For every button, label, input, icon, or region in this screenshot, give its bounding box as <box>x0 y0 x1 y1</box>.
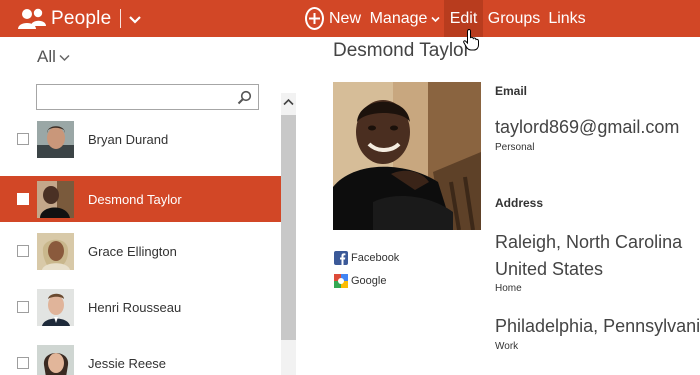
google-icon <box>334 274 348 288</box>
contact-name: Grace Ellington <box>88 243 177 259</box>
contact-photo <box>333 82 481 230</box>
app-brand[interactable]: People <box>18 5 142 32</box>
new-button[interactable]: New <box>305 0 361 37</box>
google-label: Google <box>351 275 387 287</box>
row-checkbox[interactable] <box>17 193 29 205</box>
contact-row[interactable]: Desmond Taylor <box>0 176 281 222</box>
contact-detail-name: Desmond Taylor <box>333 40 470 61</box>
contact-name: Bryan Durand <box>88 131 169 147</box>
facebook-label: Facebook <box>351 252 400 264</box>
filter-label: All <box>37 47 56 66</box>
contact-filter-dropdown[interactable]: All <box>37 47 70 67</box>
new-label: New <box>328 9 361 27</box>
email-type: Personal <box>495 142 535 153</box>
app-title: People <box>51 7 112 29</box>
row-checkbox[interactable] <box>17 245 29 257</box>
avatar <box>37 344 74 375</box>
brand-divider <box>120 9 122 28</box>
search-input[interactable] <box>36 84 259 110</box>
contact-list-scrollbar[interactable] <box>281 93 296 375</box>
manage-label: Manage <box>369 9 428 27</box>
links-label: Links <box>548 9 586 27</box>
email-heading: Email <box>495 84 528 98</box>
facebook-icon <box>334 251 348 265</box>
email-value[interactable]: taylord869@gmail.com <box>495 117 679 138</box>
row-checkbox[interactable] <box>17 301 29 313</box>
contact-name: Desmond Taylor <box>88 191 182 207</box>
address-work-type: Work <box>495 341 519 352</box>
row-checkbox[interactable] <box>17 357 29 369</box>
avatar <box>37 120 74 158</box>
contact-row[interactable]: Bryan Durand <box>0 120 281 158</box>
people-icon <box>18 7 46 31</box>
google-link[interactable]: Google <box>334 274 386 288</box>
address-home-type: Home <box>495 283 522 294</box>
address-home-line2[interactable]: United States <box>495 259 603 280</box>
address-heading: Address <box>495 196 544 210</box>
avatar <box>37 180 74 218</box>
avatar <box>37 288 74 326</box>
address-home-line1[interactable]: Raleigh, North Carolina <box>495 232 682 253</box>
scroll-up-arrow-icon[interactable] <box>281 93 296 111</box>
row-checkbox[interactable] <box>17 133 29 145</box>
groups-button[interactable]: Groups <box>487 0 541 37</box>
groups-label: Groups <box>487 9 541 27</box>
top-bar: People New Manage Edit Groups Links <box>0 0 700 37</box>
search-icon[interactable] <box>237 90 252 105</box>
contact-list: Bryan Durand Desmond Taylor Grace Elling… <box>0 120 281 375</box>
contact-row[interactable]: Grace Ellington <box>0 232 281 270</box>
chevron-down-icon[interactable] <box>128 13 142 25</box>
contact-name: Jessie Reese <box>88 355 167 371</box>
plus-icon <box>305 7 324 30</box>
avatar <box>37 232 74 270</box>
chevron-down-icon <box>431 10 440 28</box>
edit-label: Edit <box>449 9 478 27</box>
contact-row[interactable]: Henri Rousseau <box>0 288 281 326</box>
contact-name: Henri Rousseau <box>88 299 182 315</box>
links-button[interactable]: Links <box>546 0 588 37</box>
chevron-down-icon <box>59 47 70 67</box>
address-work-line1[interactable]: Philadelphia, Pennsylvania <box>495 316 700 337</box>
facebook-link[interactable]: Facebook <box>334 251 399 265</box>
scroll-thumb[interactable] <box>281 115 296 340</box>
hand-pointer-icon <box>463 28 479 51</box>
manage-menu[interactable]: Manage <box>369 0 440 37</box>
contact-row[interactable]: Jessie Reese <box>0 344 281 375</box>
